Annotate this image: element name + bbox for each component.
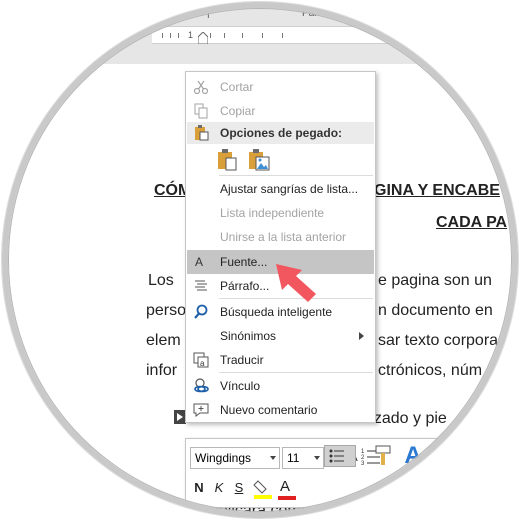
ruler-number: 1 (188, 30, 194, 40)
menu-label-font: Fuente... (220, 255, 268, 269)
indent-marker-icon[interactable] (198, 32, 208, 44)
doc-line-1-right: e pagina son un (378, 272, 492, 289)
mini-toolbar: Wingdings 11 A A 1 2 3 A (185, 438, 485, 508)
menu-item-copy[interactable]: Copiar (187, 99, 374, 123)
menu-item-cut[interactable]: Cortar (187, 75, 374, 99)
menu-item-independent-list[interactable]: Lista independiente (187, 201, 374, 225)
doc-title-right: GINA Y ENCABE (374, 182, 500, 199)
chevron-down-icon (314, 456, 320, 460)
paste-keep-formatting-icon[interactable] (217, 149, 237, 171)
paste-options-header: Opciones de pegado: (187, 122, 374, 144)
menu-label-cut: Cortar (220, 80, 254, 94)
menu-item-link[interactable]: Vínculo (187, 374, 374, 398)
ruler-fragment-right: Párr (302, 8, 321, 19)
translate-icon: a (193, 352, 209, 368)
magnifier-lens: | Párr 1 CÓM GINA Y ENCABE CADA PA Los e… (2, 2, 518, 518)
bullets-button[interactable] (324, 445, 356, 467)
font-color-button[interactable]: A (276, 477, 298, 501)
styles-button[interactable]: A (398, 441, 428, 469)
paste-icon (195, 125, 209, 141)
menu-item-translate[interactable]: a Traducir (187, 348, 374, 372)
doc-line-3-right: sar texto corpora (378, 332, 499, 349)
doc-line-3-left: elem (146, 332, 181, 349)
font-name-value: Wingdings (195, 451, 252, 465)
menu-label-join-previous: Unirse a la lista anterior (220, 230, 347, 244)
chevron-down-icon (270, 456, 276, 460)
svg-text:a: a (200, 359, 205, 368)
font-size-value: 11 (287, 451, 300, 465)
format-painter-icon[interactable] (372, 444, 394, 468)
menu-label-paragraph: Párrafo... (220, 279, 270, 293)
comment-icon (193, 403, 209, 417)
doc-line-4-left: infor (146, 362, 178, 379)
menu-label-adjust-indents: Ajustar sangrías de lista... (220, 182, 359, 196)
font-name-select[interactable]: Wingdings (190, 447, 280, 469)
svg-text:3: 3 (361, 461, 365, 467)
bullet-list-icon (329, 449, 344, 463)
font-a-icon: A (195, 255, 204, 269)
menu-item-adjust-indents[interactable]: Ajustar sangrías de lista... (187, 177, 374, 201)
search-icon (194, 304, 208, 319)
menu-item-join-previous[interactable]: Unirse a la lista anterior (187, 225, 374, 249)
font-color-letter: A (280, 478, 291, 495)
scissors-icon (193, 80, 209, 95)
ruler-band: | Párr 1 (2, 2, 518, 64)
context-menu: Cortar Copiar Opciones de pegado: Ajusta… (185, 71, 376, 423)
italic-button[interactable]: K (210, 477, 228, 499)
paste-picture-icon[interactable] (248, 149, 270, 171)
underline-button[interactable]: S (230, 477, 248, 499)
menu-label-synonyms: Sinónimos (220, 329, 277, 343)
doc-line-1-left: Los (148, 272, 174, 289)
doc-line-4-right: ctrónicos, núm (378, 362, 483, 379)
doc-line-2-right: n documento en (378, 302, 493, 319)
menu-label-independent-list: Lista independiente (220, 206, 325, 220)
submenu-arrow-icon (359, 332, 364, 340)
ruler-fragment-left: | (207, 8, 210, 19)
font-color-swatch (278, 496, 296, 500)
paste-options-label: Opciones de pegado: (220, 126, 343, 140)
link-icon (194, 378, 209, 393)
menu-label-new-comment: Nuevo comentario (220, 403, 318, 417)
font-size-select[interactable]: 11 (282, 447, 324, 469)
highlighter-icon[interactable] (252, 477, 276, 501)
doc-title-line2: CADA PA (436, 214, 508, 231)
copy-icon (194, 103, 208, 119)
paragraph-icon (195, 280, 207, 291)
bold-button[interactable]: N (190, 477, 208, 499)
menu-item-synonyms[interactable]: Sinónimos (187, 324, 374, 348)
menu-label-link: Vínculo (220, 379, 261, 393)
doc-line-2-left: perso (146, 302, 187, 319)
pointer-arrow-icon (276, 264, 316, 302)
menu-label-translate: Traducir (220, 353, 264, 367)
menu-label-copy: Copiar (220, 104, 256, 118)
menu-item-new-comment[interactable]: Nuevo comentario (187, 398, 374, 422)
